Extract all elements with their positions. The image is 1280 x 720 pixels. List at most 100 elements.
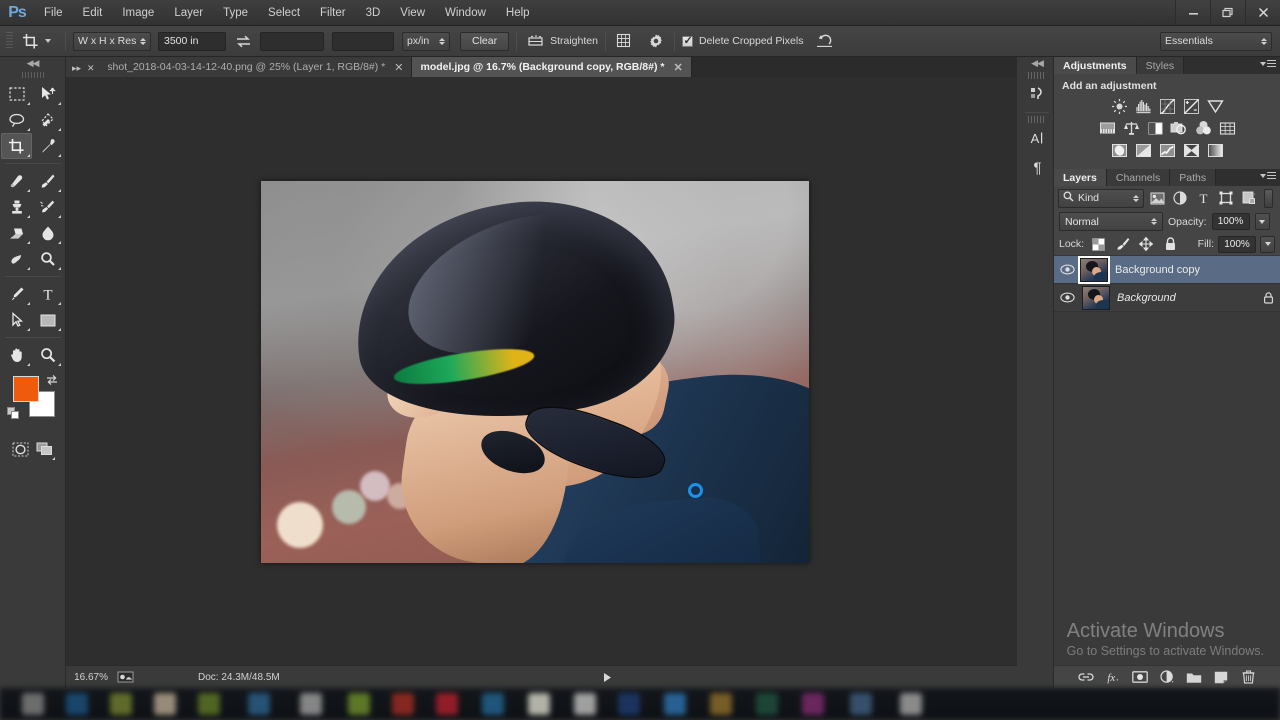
color-balance-adjustment[interactable]: [1121, 119, 1141, 137]
canvas-area[interactable]: [66, 77, 1017, 665]
clone-stamp-tool[interactable]: [1, 194, 32, 220]
close-icon[interactable]: ✕: [394, 61, 403, 74]
exposure-adjustment[interactable]: [1181, 97, 1201, 115]
character-panel-icon[interactable]: A: [1021, 124, 1053, 153]
taskbar-app-icon[interactable]: [710, 693, 732, 715]
document-tab-screenshot[interactable]: Screenshot_2018-04-03-14-12-40.png @ 25%…: [66, 57, 412, 77]
filter-smartobject-icon[interactable]: [1239, 189, 1259, 208]
layer-style-fx-icon[interactable]: fx: [1105, 669, 1121, 685]
menu-select[interactable]: Select: [258, 0, 310, 26]
threshold-adjustment[interactable]: [1157, 141, 1177, 159]
dock-collapse-icon[interactable]: ◀◀: [1021, 57, 1053, 70]
paragraph-panel-icon[interactable]: ¶: [1021, 153, 1053, 182]
close-button[interactable]: [1245, 0, 1280, 24]
delete-cropped-pixels-label[interactable]: Delete Cropped Pixels: [699, 35, 803, 47]
document-image[interactable]: [261, 181, 809, 563]
blend-mode-select[interactable]: Normal: [1059, 212, 1163, 231]
straighten-label[interactable]: Straighten: [550, 35, 598, 47]
play-arrow-icon[interactable]: [596, 672, 620, 683]
new-layer-icon[interactable]: [1213, 669, 1229, 685]
crop-tool[interactable]: [1, 133, 32, 159]
tab-channels[interactable]: Channels: [1107, 169, 1170, 186]
minimize-button[interactable]: [1175, 0, 1210, 24]
history-panel-icon[interactable]: [1021, 80, 1053, 109]
panel-menu-icon[interactable]: [1260, 60, 1276, 67]
vibrance-adjustment[interactable]: [1205, 97, 1225, 115]
tab-layers[interactable]: Layers: [1054, 169, 1107, 186]
layer-thumbnail[interactable]: [1082, 286, 1110, 310]
taskbar-app-icon[interactable]: [802, 693, 824, 715]
filter-toggle-switch[interactable]: [1264, 189, 1273, 208]
filter-pixel-icon[interactable]: [1147, 189, 1167, 208]
selective-color-adjustment[interactable]: [1181, 141, 1201, 159]
eraser-tool[interactable]: [1, 220, 32, 246]
menu-filter[interactable]: Filter: [310, 0, 356, 26]
reset-arrow-icon[interactable]: [813, 30, 835, 52]
invert-adjustment[interactable]: [1109, 141, 1129, 159]
restore-button[interactable]: [1210, 0, 1245, 24]
menu-type[interactable]: Type: [213, 0, 258, 26]
photo-filter-adjustment[interactable]: [1169, 119, 1189, 137]
healing-brush-tool[interactable]: [1, 168, 32, 194]
gradient-map-adjustment[interactable]: [1205, 141, 1225, 159]
dodge-tool[interactable]: [32, 246, 63, 272]
marquee-tool[interactable]: [1, 81, 32, 107]
menu-image[interactable]: Image: [112, 0, 164, 26]
path-selection-tool[interactable]: [1, 307, 32, 333]
crop-resolution-input[interactable]: [332, 32, 394, 51]
brightness-contrast-adjustment[interactable]: [1109, 97, 1129, 115]
delete-cropped-pixels-checkbox[interactable]: [682, 36, 693, 47]
taskbar-app-icon[interactable]: [664, 693, 686, 715]
taskbar-app-icon[interactable]: [110, 693, 132, 715]
curves-adjustment[interactable]: [1157, 97, 1177, 115]
clear-button[interactable]: Clear: [460, 32, 509, 51]
default-colors-icon[interactable]: [7, 407, 20, 423]
options-bar-grip[interactable]: [6, 32, 13, 50]
taskbar-app-icon[interactable]: [574, 693, 596, 715]
taskbar-app-icon[interactable]: [756, 693, 778, 715]
history-brush-tool[interactable]: [32, 194, 63, 220]
opacity-slider-chevron-icon[interactable]: [1255, 213, 1270, 230]
filter-adjustment-icon[interactable]: [1170, 189, 1190, 208]
zoom-level[interactable]: 16.67%: [66, 672, 114, 683]
taskbar-app-icon[interactable]: [850, 693, 872, 715]
crop-tool-icon[interactable]: [17, 30, 43, 52]
tab-paths[interactable]: Paths: [1170, 169, 1216, 186]
mini-panel-expand-icon[interactable]: ▸▸: [72, 63, 81, 74]
doc-thumb-icon[interactable]: [114, 671, 136, 683]
lock-transparent-pixels-icon[interactable]: [1088, 235, 1108, 254]
levels-adjustment[interactable]: [1133, 97, 1153, 115]
workspace-select[interactable]: Essentials: [1160, 32, 1272, 51]
hue-saturation-adjustment[interactable]: [1097, 119, 1117, 137]
dock-grip[interactable]: [1028, 116, 1046, 123]
panel-menu-icon[interactable]: [1260, 172, 1276, 179]
menu-view[interactable]: View: [390, 0, 435, 26]
layer-visibility-icon[interactable]: [1056, 292, 1078, 303]
filter-type-icon[interactable]: T: [1193, 189, 1213, 208]
windows-taskbar[interactable]: [0, 688, 1280, 720]
layer-row-background[interactable]: Background: [1054, 284, 1280, 312]
filter-shape-icon[interactable]: [1216, 189, 1236, 208]
taskbar-app-icon[interactable]: [618, 693, 640, 715]
hand-tool[interactable]: [1, 342, 32, 368]
menu-window[interactable]: Window: [435, 0, 496, 26]
pen-tool[interactable]: [1, 281, 32, 307]
menu-file[interactable]: File: [34, 0, 73, 26]
taskbar-app-icon[interactable]: [528, 693, 550, 715]
layer-thumbnail[interactable]: [1080, 258, 1108, 282]
fill-slider-chevron-icon[interactable]: [1260, 236, 1275, 253]
brush-tool[interactable]: [32, 168, 63, 194]
tab-adjustments[interactable]: Adjustments: [1054, 57, 1137, 74]
fill-input[interactable]: 100%: [1218, 236, 1256, 253]
tool-preset-chevron-icon[interactable]: [45, 39, 51, 43]
layer-name[interactable]: Background copy: [1115, 264, 1256, 276]
taskbar-app-icon[interactable]: [198, 693, 220, 715]
screen-mode-icon[interactable]: [33, 436, 58, 462]
taskbar-app-icon[interactable]: [900, 693, 922, 715]
crop-ratio-select[interactable]: W x H x Res...: [73, 32, 151, 51]
opacity-input[interactable]: 100%: [1212, 213, 1250, 230]
swap-colors-icon[interactable]: [45, 374, 59, 389]
posterize-adjustment[interactable]: [1133, 141, 1153, 159]
layer-visibility-icon[interactable]: [1056, 264, 1078, 275]
swap-arrows-icon[interactable]: [232, 30, 254, 52]
